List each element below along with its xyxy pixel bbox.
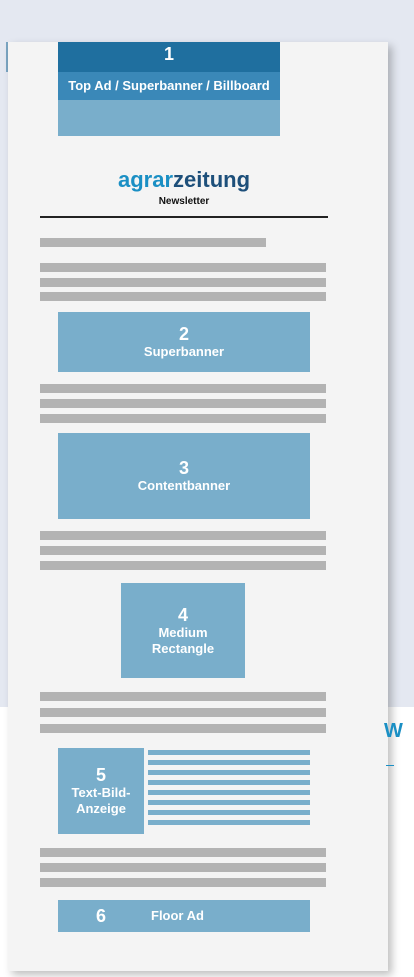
ad-6-floor-ad: 6 Floor Ad	[58, 900, 310, 932]
header-divider	[40, 216, 328, 218]
ad-5-text-line	[148, 770, 310, 775]
ad-5-text-line	[148, 750, 310, 755]
ad-1-top-ad: 1 Top Ad / Superbanner / Billboard	[58, 42, 280, 94]
text-line	[40, 692, 326, 701]
ad-5-text-line	[148, 790, 310, 795]
text-line	[40, 546, 326, 555]
ad-4-label: Medium Rectangle	[151, 624, 215, 656]
ad-1-label: Top Ad / Superbanner / Billboard	[68, 78, 270, 93]
ad-6-number: 6	[95, 906, 106, 926]
text-line	[40, 848, 326, 857]
ad-5-text-line	[148, 810, 310, 815]
ad-1-number: 1	[163, 44, 174, 64]
text-line	[40, 878, 326, 887]
ad-5-text-bild-anzeige: 5 Text-Bild-Anzeige	[58, 748, 144, 834]
ad-5-text-line	[148, 800, 310, 805]
text-line	[40, 561, 326, 570]
ad-2-label: Superbanner	[143, 344, 225, 359]
ad-1-bottom-band	[58, 100, 280, 136]
edge-dash	[386, 765, 394, 766]
text-line	[40, 278, 326, 287]
brand-logo: agrarzeitung	[40, 166, 328, 194]
ad-2-superbanner: 2 Superbanner	[58, 312, 310, 372]
ad-5-number: 5	[95, 765, 106, 785]
text-line	[40, 531, 326, 540]
text-line	[40, 863, 326, 872]
ad-3-contentbanner: 3 Contentbanner	[58, 433, 310, 519]
text-line	[40, 384, 326, 393]
ad-6-label: Floor Ad	[151, 908, 204, 923]
text-line	[40, 708, 326, 717]
ad-2-number: 2	[178, 324, 189, 344]
text-line	[40, 399, 326, 408]
text-line	[40, 263, 326, 272]
ad-3-number: 3	[178, 458, 189, 478]
text-line	[40, 238, 266, 247]
ad-5-text-line	[148, 820, 310, 825]
ad-5-label: Text-Bild-Anzeige	[71, 785, 131, 816]
text-line	[40, 292, 326, 301]
ad-5-text-line	[148, 760, 310, 765]
ad-4-number: 4	[177, 604, 188, 625]
ad-3-label: Contentbanner	[137, 478, 231, 493]
newsletter-subtitle: Newsletter	[158, 196, 210, 207]
ad-4-medium-rectangle: 4 Medium Rectangle	[121, 583, 245, 678]
edge-teaser-text: W	[384, 720, 403, 742]
brand-logo-part2: zeitung	[173, 167, 251, 192]
brand-logo-part1: agrar	[117, 167, 174, 192]
ad-5-text-line	[148, 780, 310, 785]
text-line	[40, 414, 326, 423]
text-line	[40, 724, 326, 733]
